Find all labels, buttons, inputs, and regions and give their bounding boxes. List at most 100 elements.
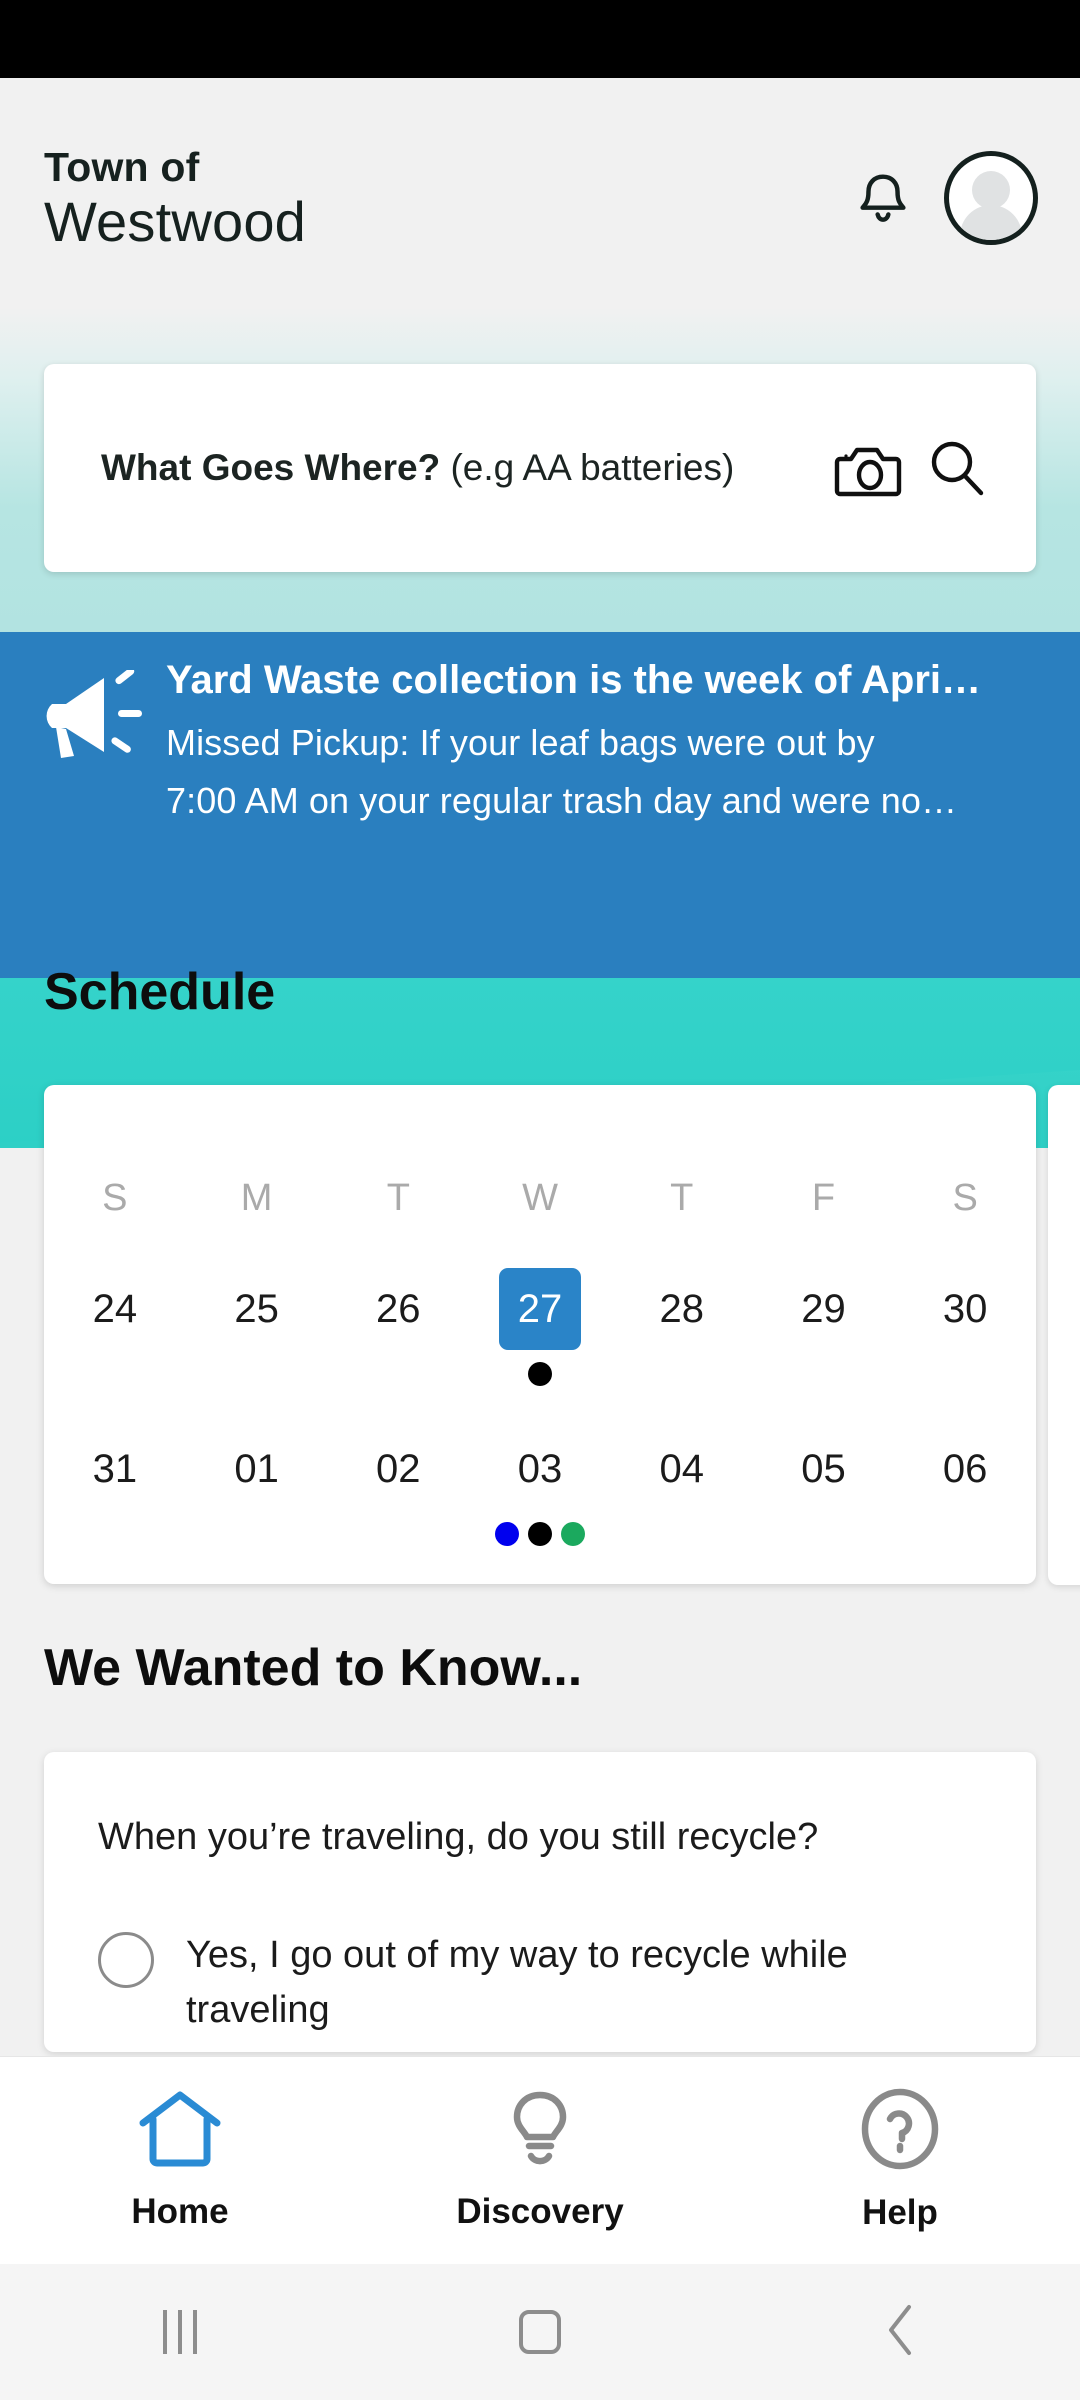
calendar-day-number: 27 [499, 1268, 582, 1350]
calendar-grid: S M T W T F S 24 25 26 27 28 29 30 31 01… [44, 1085, 1036, 1551]
calendar-day-number: 01 [234, 1447, 279, 1491]
town-prefix: Town of [44, 143, 200, 190]
search-label: What Goes Where? [101, 447, 441, 488]
calendar-day-cell-selected[interactable]: 27 [469, 1268, 611, 1391]
calendar-day-dots [528, 1357, 553, 1391]
town-name: Westwood [44, 189, 307, 253]
day-header-label: S [102, 1177, 128, 1219]
home-square-icon [519, 2310, 561, 2354]
calendar-day-cell[interactable]: 25 [186, 1268, 328, 1391]
nav-item-discovery[interactable]: Discovery [360, 2089, 720, 2232]
announcement-line-1: Missed Pickup: If your leaf bags were ou… [166, 721, 875, 763]
day-header: T [611, 1177, 753, 1220]
calendar-day-cell[interactable]: 24 [44, 1268, 186, 1391]
what-goes-where-search[interactable]: What Goes Where? (e.g AA batteries) [44, 364, 1036, 572]
nav-label-discovery: Discovery [456, 2192, 624, 2231]
nav-item-help[interactable]: Help [720, 2088, 1080, 2233]
calendar-day-number: 03 [517, 1447, 563, 1491]
calendar-day-headers: S M T W T F S [44, 1085, 1036, 1220]
camera-icon[interactable] [834, 439, 902, 497]
avatar-body-icon [960, 205, 1022, 240]
calendar-day-cell[interactable]: 31 [44, 1428, 186, 1551]
system-recents-button[interactable] [0, 2310, 360, 2354]
app-header: Town of Westwood [0, 78, 1080, 318]
chevron-left-icon [883, 2303, 917, 2362]
calendar-day-number: 24 [92, 1287, 138, 1331]
schedule-heading: Schedule [44, 963, 276, 1021]
nav-label-help: Help [862, 2193, 938, 2232]
nav-label-home: Home [131, 2192, 229, 2231]
magnifier-icon[interactable] [928, 439, 986, 497]
event-dot [528, 1362, 553, 1386]
avatar-head-icon [972, 171, 1010, 209]
question-circle-icon [860, 2088, 940, 2175]
calendar-week-row: 24 25 26 27 28 29 30 [44, 1220, 1036, 1391]
event-dot [495, 1522, 520, 1546]
announcement-banner[interactable]: Yard Waste collection is the week of Apr… [0, 632, 1080, 899]
avatar[interactable] [944, 151, 1038, 245]
survey-heading: We Wanted to Know... [44, 1639, 583, 1697]
calendar-day-number: 04 [659, 1447, 704, 1491]
calendar-week-row: 31 01 02 03 04 05 06 [44, 1391, 1036, 1551]
calendar-day-cell[interactable]: 29 [753, 1268, 895, 1391]
header-actions [852, 151, 1038, 245]
day-header: W [469, 1177, 611, 1220]
calendar-day-dots [495, 1517, 586, 1551]
announcement-title: Yard Waste collection is the week of Apr… [166, 658, 982, 702]
calendar-day-number: 06 [942, 1447, 988, 1491]
search-input[interactable]: What Goes Where? (e.g AA batteries) [101, 447, 734, 489]
calendar-day-cell[interactable]: 06 [894, 1428, 1036, 1551]
calendar-day-cell[interactable]: 03 [469, 1428, 611, 1551]
calendar-day-cell[interactable]: 02 [327, 1428, 469, 1551]
day-header-label: T [386, 1177, 410, 1219]
day-header: M [186, 1177, 328, 1220]
survey-question: When you’re traveling, do you still recy… [98, 1816, 819, 1858]
system-back-button[interactable] [720, 2303, 1080, 2362]
event-dot [528, 1522, 553, 1546]
page-title: Town of Westwood [44, 143, 307, 253]
event-dot [561, 1522, 586, 1546]
calendar-day-cell[interactable]: 05 [753, 1428, 895, 1551]
day-header: T [327, 1177, 469, 1220]
megaphone-icon [26, 667, 144, 767]
calendar-next-card-peek[interactable] [1048, 1085, 1080, 1585]
day-header-label: M [240, 1177, 273, 1219]
calendar-day-cell[interactable]: 30 [894, 1268, 1036, 1391]
calendar-day-number: 29 [801, 1287, 846, 1331]
day-header: F [753, 1177, 895, 1220]
calendar-day-number: 25 [234, 1287, 279, 1331]
survey-card: When you’re traveling, do you still recy… [44, 1752, 1036, 2052]
survey-option-label: Yes, I go out of my way to recycle while… [186, 1933, 848, 2031]
survey-option[interactable]: Yes, I go out of my way to recycle while… [98, 1928, 986, 2038]
calendar-day-number: 28 [659, 1287, 704, 1331]
announcement-line-2: 7:00 AM on your regular trash day and we… [166, 779, 958, 821]
calendar-day-cell[interactable]: 28 [611, 1268, 753, 1391]
calendar-day-cell[interactable]: 04 [611, 1428, 753, 1551]
radio-button-icon[interactable] [98, 1931, 154, 1988]
day-header: S [44, 1177, 186, 1220]
day-header-label: T [670, 1177, 694, 1219]
home-icon [137, 2089, 223, 2174]
system-home-button[interactable] [360, 2310, 720, 2354]
calendar-day-number: 31 [92, 1447, 138, 1491]
search-placeholder: (e.g AA batteries) [450, 447, 735, 488]
calendar-day-number: 30 [942, 1287, 988, 1331]
status-bar [0, 0, 1080, 78]
bell-icon[interactable] [852, 167, 914, 229]
lightbulb-icon [505, 2089, 575, 2174]
nav-item-home[interactable]: Home [0, 2089, 360, 2232]
calendar-day-number: 26 [376, 1287, 421, 1331]
calendar-day-number: 05 [801, 1447, 846, 1491]
bottom-navigation: Home Discovery Help [0, 2056, 1080, 2264]
recents-icon [163, 2310, 197, 2354]
system-navigation-bar [0, 2264, 1080, 2400]
day-header-label: F [811, 1177, 836, 1219]
day-header-label: W [522, 1177, 558, 1219]
calendar-card[interactable]: S M T W T F S 24 25 26 27 28 29 30 31 01… [44, 1085, 1036, 1584]
calendar-day-number: 02 [376, 1447, 421, 1491]
calendar-day-cell[interactable]: 01 [186, 1428, 328, 1551]
day-header-label: S [952, 1177, 978, 1219]
day-header: S [894, 1177, 1036, 1220]
search-actions [834, 439, 986, 497]
calendar-day-cell[interactable]: 26 [327, 1268, 469, 1391]
